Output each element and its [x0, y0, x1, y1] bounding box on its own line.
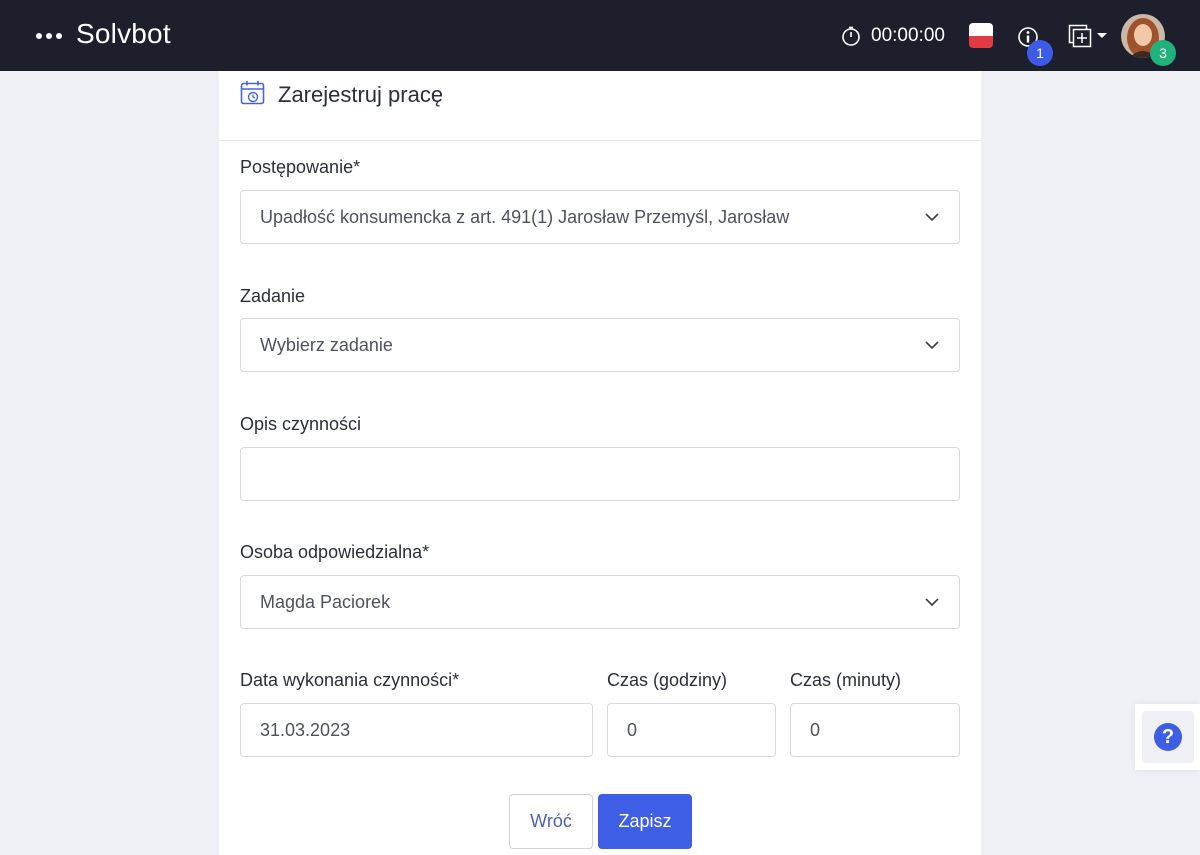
proceeding-value: Upadłość konsumencka z art. 491(1) Jaros…	[260, 207, 790, 227]
add-window-icon[interactable]	[1068, 24, 1108, 48]
stopwatch-icon[interactable]	[841, 26, 861, 46]
minutes-value: 0	[810, 720, 821, 740]
hours-input[interactable]: 0	[607, 703, 776, 757]
help-button[interactable]: ?	[1142, 711, 1194, 763]
chevron-down-icon	[925, 213, 939, 222]
top-navbar: Solvbot 00:00:00 1 3	[0, 0, 1200, 71]
task-placeholder: Wybierz zadanie	[260, 335, 393, 355]
register-work-card: Zarejestruj pracę Postępowanie* Upadłość…	[219, 71, 981, 855]
task-label: Zadanie	[240, 286, 306, 306]
caret-down-icon	[1097, 33, 1107, 38]
date-label: Data wykonania czynności*	[240, 670, 460, 690]
brand-name[interactable]: Solvbot	[76, 18, 171, 50]
date-input[interactable]: 31.03.2023	[240, 703, 593, 757]
date-value: 31.03.2023	[260, 720, 351, 740]
save-button[interactable]: Zapisz	[598, 794, 692, 849]
proceeding-label: Postępowanie*	[240, 157, 361, 177]
responsible-label: Osoba odpowiedzialna*	[240, 542, 430, 562]
responsible-select[interactable]: Magda Paciorek	[240, 575, 960, 629]
timer-display: 00:00:00	[871, 25, 945, 46]
hours-value: 0	[627, 720, 638, 740]
user-badge: 3	[1150, 40, 1176, 66]
minutes-input[interactable]: 0	[790, 703, 960, 757]
description-label: Opis czynności	[240, 414, 362, 434]
minutes-label: Czas (minuty)	[790, 670, 902, 690]
hours-label: Czas (godziny)	[607, 670, 728, 690]
card-header: Zarejestruj pracę	[219, 71, 981, 141]
question-icon: ?	[1154, 723, 1182, 751]
notification-badge: 1	[1027, 40, 1053, 66]
flag-icon[interactable]	[969, 23, 993, 48]
chevron-down-icon	[925, 598, 939, 607]
back-button[interactable]: Wróć	[509, 794, 593, 849]
task-select[interactable]: Wybierz zadanie	[240, 318, 960, 372]
responsible-value: Magda Paciorek	[260, 592, 391, 612]
calendar-clock-icon	[240, 81, 265, 105]
menu-dots-icon[interactable]	[36, 26, 62, 46]
proceeding-select[interactable]: Upadłość konsumencka z art. 491(1) Jaros…	[240, 190, 960, 244]
description-input[interactable]	[240, 447, 960, 501]
help-widget: ?	[1135, 704, 1200, 770]
chevron-down-icon	[925, 341, 939, 350]
page-title: Zarejestruj pracę	[278, 82, 444, 107]
